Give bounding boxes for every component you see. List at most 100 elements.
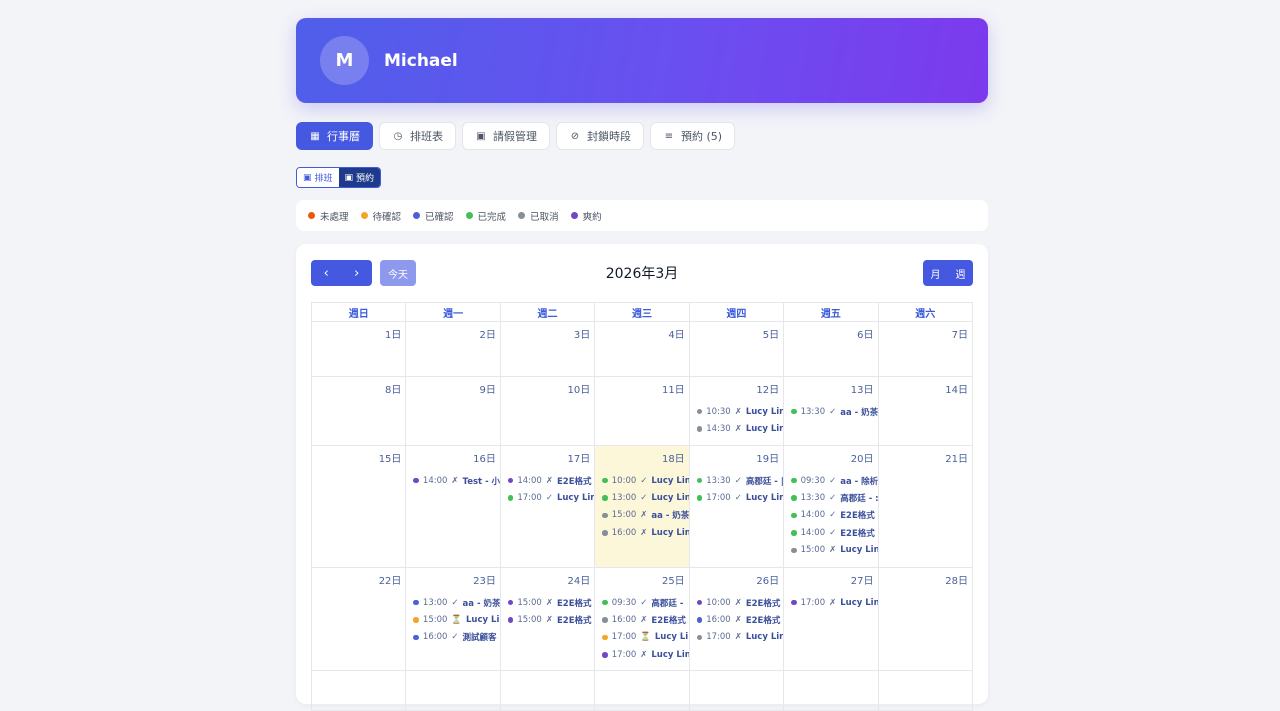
day-cell[interactable] <box>878 671 973 711</box>
day-cell[interactable]: 8日 <box>312 377 407 446</box>
event-item[interactable]: 10:00 ✓ Lucy Lin <box>602 472 689 489</box>
day-cell[interactable]: 19日 13:30 ✓ 高郡廷 - | 17:00 ✓ Lucy Lin <box>689 446 785 568</box>
event-item[interactable]: 10:30 ✗ Lucy Lin <box>696 403 783 420</box>
tab-label: 請假管理 <box>493 130 537 143</box>
event-title: Lucy Lin <box>840 597 878 608</box>
event-item[interactable]: 15:00 ✗ aa - 奶茶 <box>602 507 689 524</box>
day-cell[interactable]: 26日 10:00 ✗ E2E格式 16:00 ✗ E2E格式 17:00 ✗ Lucy Lin <box>689 568 785 671</box>
status-dot <box>602 477 608 484</box>
tab-0[interactable]: ▦ 行事曆 <box>296 122 373 150</box>
month-view-button[interactable]: 月 <box>923 260 948 286</box>
day-cell[interactable]: 16日 14:00 ✗ Test - 小 <box>406 446 501 568</box>
event-item[interactable]: 13:00 ✓ aa - 奶茶 <box>413 594 500 611</box>
legend-item: 已取消 <box>518 209 559 223</box>
day-cell[interactable]: 9日 <box>406 377 501 446</box>
event-item[interactable]: 13:00 ✓ Lucy Lin <box>602 489 689 506</box>
week-view-button[interactable]: 週 <box>948 260 973 286</box>
event-item[interactable]: 14:30 ✗ Lucy Lin <box>696 420 783 437</box>
event-time: 17:00 <box>611 649 637 660</box>
day-cell[interactable]: 2日 <box>406 322 501 377</box>
event-item[interactable]: 13:30 ✓ 高郡廷 - | <box>696 472 783 489</box>
day-cell[interactable]: 21日 <box>878 446 973 568</box>
event-item[interactable]: 15:00 ✗ E2E格式 <box>507 594 594 611</box>
event-title: E2E格式 <box>745 598 781 609</box>
event-title: aa - 奶茶 <box>651 511 689 522</box>
event-item[interactable]: 17:00 ✗ Lucy Lin <box>602 646 689 663</box>
event-item[interactable]: 15:00 ✗ Lucy Lin <box>791 542 878 559</box>
status-dot <box>696 617 703 623</box>
day-cell[interactable]: 15日 <box>312 446 407 568</box>
event-time: 14:30 <box>706 424 731 435</box>
day-cell[interactable] <box>689 671 785 711</box>
day-cell[interactable]: 22日 <box>312 568 407 671</box>
day-cell[interactable]: 25日 09:30 ✓ 高郡廷 -16:00 ✗ E2E格式 17:00 ⏳ Lucy Li 17… <box>595 568 690 671</box>
day-cell[interactable]: 6日 <box>784 322 879 377</box>
status-mark-icon: ✓ <box>451 632 459 643</box>
toggle-schedule[interactable]: ▣ 排班 <box>297 168 339 187</box>
event-item[interactable]: 15:00 ⏳ Lucy Li <box>413 611 499 628</box>
tab-2[interactable]: ▣ 請假管理 <box>462 122 550 150</box>
toggle-booking[interactable]: ▣ 預約 <box>338 168 381 187</box>
status-dot <box>413 599 419 606</box>
tab-4[interactable]: ≡ 預約 (5) <box>650 122 736 150</box>
event-item[interactable]: 16:00 ✗ E2E格式 <box>696 611 783 628</box>
event-time: 14:00 <box>517 475 542 486</box>
event-item[interactable]: 17:00 ✗ Lucy Lin <box>696 629 783 646</box>
event-item[interactable]: 14:00 ✗ E2E格式 <box>507 472 594 489</box>
day-number: 12日 <box>756 385 780 396</box>
status-dot <box>791 512 797 519</box>
day-cell[interactable]: 4日 <box>595 322 690 377</box>
day-cell[interactable] <box>595 671 690 711</box>
event-item[interactable]: 15:00 ✗ E2E格式 <box>507 611 594 628</box>
day-cell[interactable] <box>406 671 501 711</box>
day-cell[interactable] <box>500 671 596 711</box>
legend-label: 爽約 <box>582 211 602 223</box>
day-cell[interactable]: 20日 09:30 ✓ aa - 除析 13:30 ✓ 高郡廷 - :14:00 ✓ E2E格式… <box>784 446 879 568</box>
tab-3[interactable]: ⊘ 封鎖時段 <box>556 122 644 150</box>
day-cell[interactable]: 24日 15:00 ✗ E2E格式 15:00 ✗ E2E格式 <box>500 568 596 671</box>
day-cell[interactable]: 14日 <box>878 377 973 446</box>
day-cell[interactable]: 13日 13:30 ✓ aa - 奶茶 <box>784 377 879 446</box>
event-item[interactable]: 16:00 ✗ Lucy Lin <box>602 524 689 541</box>
event-item[interactable]: 16:00 ✓ 測試顧客 <box>413 629 499 646</box>
day-cell[interactable]: 1日 <box>312 322 407 377</box>
event-item[interactable]: 14:00 ✗ Test - 小 <box>413 472 500 489</box>
event-item[interactable]: 09:30 ✓ 高郡廷 - <box>602 594 688 611</box>
day-cell[interactable] <box>784 671 879 711</box>
event-title: E2E格式 <box>556 598 592 609</box>
day-cell[interactable]: 11日 <box>595 377 690 446</box>
day-cell[interactable]: 3日 <box>500 322 596 377</box>
event-item[interactable]: 13:30 ✓ 高郡廷 - : <box>791 489 878 506</box>
tab-1[interactable]: ◷ 排班表 <box>379 122 456 150</box>
status-mark-icon: ✗ <box>545 597 553 608</box>
day-cell[interactable]: 17日 14:00 ✗ E2E格式 17:00 ✓ Lucy Lin <box>500 446 596 568</box>
weekday-label: 週六 <box>878 303 973 322</box>
day-cell[interactable]: 10日 <box>500 377 596 446</box>
day-cell[interactable]: 28日 <box>878 568 973 671</box>
status-mark-icon: ✗ <box>829 597 837 608</box>
weekday-label: 週一 <box>406 303 501 322</box>
day-cell[interactable]: 12日 10:30 ✗ Lucy Lin 14:30 ✗ Lucy Lin <box>689 377 785 446</box>
event-item[interactable]: 10:00 ✗ E2E格式 <box>696 594 783 611</box>
event-item[interactable]: 13:30 ✓ aa - 奶茶 <box>791 403 878 420</box>
day-cell[interactable] <box>312 671 407 711</box>
day-cell[interactable]: 7日 <box>878 322 973 377</box>
event-time: 17:00 <box>800 597 826 608</box>
event-item[interactable]: 09:30 ✓ aa - 除析 <box>791 472 878 489</box>
event-item[interactable]: 17:00 ✓ Lucy Lin <box>507 489 594 506</box>
event-item[interactable]: 14:00 ✓ E2E格式 <box>791 524 877 541</box>
event-item[interactable]: 14:00 ✓ E2E格式 <box>791 507 877 524</box>
day-number: 28日 <box>945 576 968 587</box>
day-cell[interactable]: 5日 <box>689 322 785 377</box>
status-dot <box>507 617 514 623</box>
day-cell[interactable]: 23日 13:00 ✓ aa - 奶茶 15:00 ⏳ Lucy Li 16:00 ✓ 測試顧客 <box>406 568 501 671</box>
day-cell[interactable]: 18日 10:00 ✓ Lucy Lin 13:00 ✓ Lucy Lin 15:00 ✗ aa … <box>595 446 690 568</box>
day-cell[interactable]: 27日 17:00 ✗ Lucy Lin <box>784 568 879 671</box>
event-item[interactable]: 17:00 ⏳ Lucy Li <box>602 629 688 646</box>
day-number: 25日 <box>661 576 685 587</box>
tab-label: 排班表 <box>410 130 443 143</box>
event-item[interactable]: 17:00 ✓ Lucy Lin <box>696 489 783 506</box>
event-item[interactable]: 17:00 ✗ Lucy Lin <box>791 594 878 611</box>
event-item[interactable]: 16:00 ✗ E2E格式 <box>602 611 688 628</box>
week-row: 8日 9日 10日 11日 12日 10:30 ✗ Lucy Lin 14:30 ✗ Lucy Li… <box>312 377 973 446</box>
